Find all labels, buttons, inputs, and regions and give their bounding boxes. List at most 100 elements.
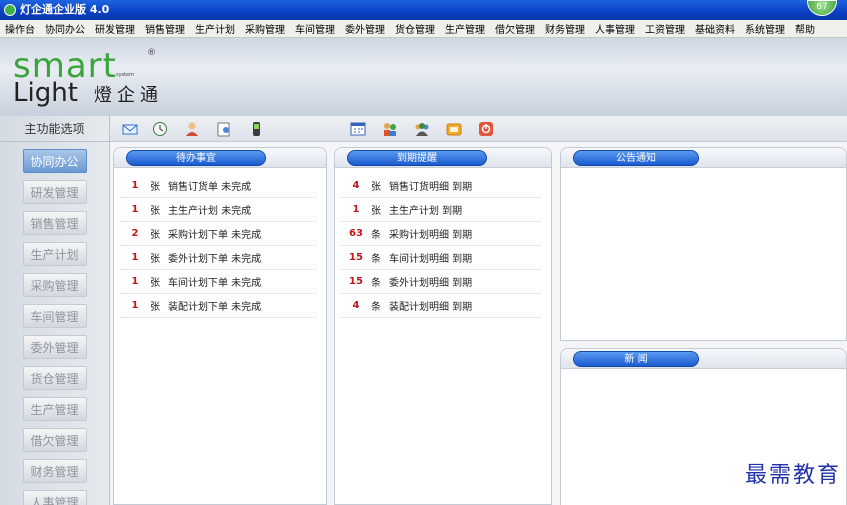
logo-registered-mark: ® (147, 48, 156, 58)
list-item[interactable]: 63 条 采购计划明细 到期 (341, 222, 541, 246)
list-item[interactable]: 1 张 装配计划下单 未完成 (120, 294, 316, 318)
item-count: 1 (131, 180, 139, 191)
item-text: 销售订货单 未完成 (168, 182, 252, 193)
toolbar (110, 116, 847, 142)
menu-item[interactable]: 车间管理 (290, 21, 340, 36)
item-text: 主生产计划 未完成 (168, 206, 252, 217)
item-count: 15 (349, 252, 363, 263)
list-item[interactable]: 1 张 主生产计划 到期 (341, 198, 541, 222)
item-unit: 张 (150, 206, 160, 217)
power-icon[interactable] (478, 121, 494, 137)
item-text: 车间计划下单 未完成 (168, 278, 262, 289)
sidebar-item-hr[interactable]: 人事管理 (22, 490, 87, 505)
menu-item[interactable]: 销售管理 (140, 21, 190, 36)
list-item[interactable]: 2 张 采购计划下单 未完成 (120, 222, 316, 246)
menu-item[interactable]: 操作台 (0, 21, 40, 36)
item-unit: 张 (150, 278, 160, 289)
sidebar-item-production-plan[interactable]: 生产计划 (22, 242, 87, 266)
user-icon[interactable] (184, 121, 200, 137)
item-unit: 条 (371, 302, 381, 313)
todo-panel: 待办事宜 1 张 销售订货单 未完成 1 张 主生产计划 未完成 2 张 采购计… (113, 147, 327, 505)
news-panel-title: 新 闻 (573, 351, 699, 367)
window-title: 灯企通企业版 4.0 (20, 3, 110, 16)
sidebar-item-purchase[interactable]: 采购管理 (22, 273, 87, 297)
sidebar-item-warehouse[interactable]: 货仓管理 (22, 366, 87, 390)
list-item[interactable]: 1 张 车间计划下单 未完成 (120, 270, 316, 294)
list-item[interactable]: 4 张 销售订货明细 到期 (341, 174, 541, 198)
item-count: 15 (349, 276, 363, 287)
todo-panel-header: 待办事宜 (114, 148, 326, 168)
item-text: 委外计划明细 到期 (389, 278, 473, 289)
folder-icon[interactable] (446, 121, 462, 137)
item-count: 1 (131, 300, 139, 311)
sidebar-item-loan[interactable]: 借欠管理 (22, 428, 87, 452)
logo-light-text: Light (13, 78, 78, 108)
sidebar: 主功能选项 协同办公 研发管理 销售管理 生产计划 采购管理 车间管理 委外管理… (0, 116, 110, 505)
mail-icon[interactable] (122, 121, 138, 137)
logo-chinese-name: 燈企通 (94, 85, 163, 106)
item-count: 2 (131, 228, 139, 239)
item-unit: 张 (150, 230, 160, 241)
window-titlebar: 灯企通企业版 4.0 (0, 0, 847, 20)
list-item[interactable]: 15 条 委外计划明细 到期 (341, 270, 541, 294)
app-icon (4, 4, 16, 16)
item-count: 1 (131, 204, 139, 215)
item-text: 主生产计划 到期 (389, 206, 463, 217)
menu-item[interactable]: 系统管理 (740, 21, 790, 36)
menu-item[interactable]: 基础资料 (690, 21, 740, 36)
list-item[interactable]: 1 张 主生产计划 未完成 (120, 198, 316, 222)
menu-item[interactable]: 生产计划 (190, 21, 240, 36)
menu-item[interactable]: 帮助 (790, 21, 820, 36)
item-count: 1 (131, 276, 139, 287)
list-item[interactable]: 1 张 委外计划下单 未完成 (120, 246, 316, 270)
item-text: 车间计划明细 到期 (389, 254, 473, 265)
item-count: 63 (349, 228, 363, 239)
item-unit: 张 (150, 254, 160, 265)
sidebar-item-rd[interactable]: 研发管理 (22, 180, 87, 204)
item-text: 装配计划明细 到期 (389, 302, 473, 313)
sidebar-item-sales[interactable]: 销售管理 (22, 211, 87, 235)
watermark-text: 最需教育 (744, 463, 841, 488)
menu-item[interactable]: 生产管理 (440, 21, 490, 36)
clock-icon[interactable] (152, 121, 168, 137)
menu-item[interactable]: 工资管理 (640, 21, 690, 36)
calendar-icon[interactable] (350, 121, 366, 137)
item-text: 采购计划下单 未完成 (168, 230, 262, 241)
notice-panel-title: 公告通知 (573, 150, 699, 166)
menu-item[interactable]: 研发管理 (90, 21, 140, 36)
item-unit: 条 (371, 278, 381, 289)
notice-panel-header: 公告通知 (561, 148, 846, 168)
item-unit: 张 (371, 206, 381, 217)
list-item[interactable]: 4 条 装配计划明细 到期 (341, 294, 541, 318)
item-text: 销售订货明细 到期 (389, 182, 473, 193)
item-count: 4 (352, 300, 360, 311)
menu-item[interactable]: 货仓管理 (390, 21, 440, 36)
menu-item[interactable]: 借欠管理 (490, 21, 540, 36)
sidebar-item-workshop[interactable]: 车间管理 (22, 304, 87, 328)
list-item[interactable]: 15 条 车间计划明细 到期 (341, 246, 541, 270)
menu-item[interactable]: 协同办公 (40, 21, 90, 36)
list-item[interactable]: 1 张 销售订货单 未完成 (120, 174, 316, 198)
item-unit: 张 (371, 182, 381, 193)
phone-icon[interactable] (248, 121, 264, 137)
sidebar-title: 主功能选项 (0, 116, 109, 142)
due-panel: 到期提醒 4 张 销售订货明细 到期 1 张 主生产计划 到期 63 条 采购计… (334, 147, 552, 505)
item-count: 4 (352, 180, 360, 191)
sidebar-item-production[interactable]: 生产管理 (22, 397, 87, 421)
item-unit: 张 (150, 182, 160, 193)
menu-item[interactable]: 人事管理 (590, 21, 640, 36)
sidebar-item-collab[interactable]: 协同办公 (22, 149, 87, 173)
menu-item[interactable]: 委外管理 (340, 21, 390, 36)
header-banner: smart ® system Light 燈企通 (0, 38, 847, 116)
sidebar-item-outsourcing[interactable]: 委外管理 (22, 335, 87, 359)
todo-panel-title: 待办事宜 (126, 150, 266, 166)
users-group-icon[interactable] (414, 121, 430, 137)
document-person-icon[interactable] (216, 121, 232, 137)
sidebar-item-finance[interactable]: 财务管理 (22, 459, 87, 483)
item-text: 委外计划下单 未完成 (168, 254, 262, 265)
menu-item[interactable]: 采购管理 (240, 21, 290, 36)
menu-item[interactable]: 财务管理 (540, 21, 590, 36)
people-icon[interactable] (382, 121, 398, 137)
item-count: 1 (131, 252, 139, 263)
due-panel-title: 到期提醒 (347, 150, 487, 166)
